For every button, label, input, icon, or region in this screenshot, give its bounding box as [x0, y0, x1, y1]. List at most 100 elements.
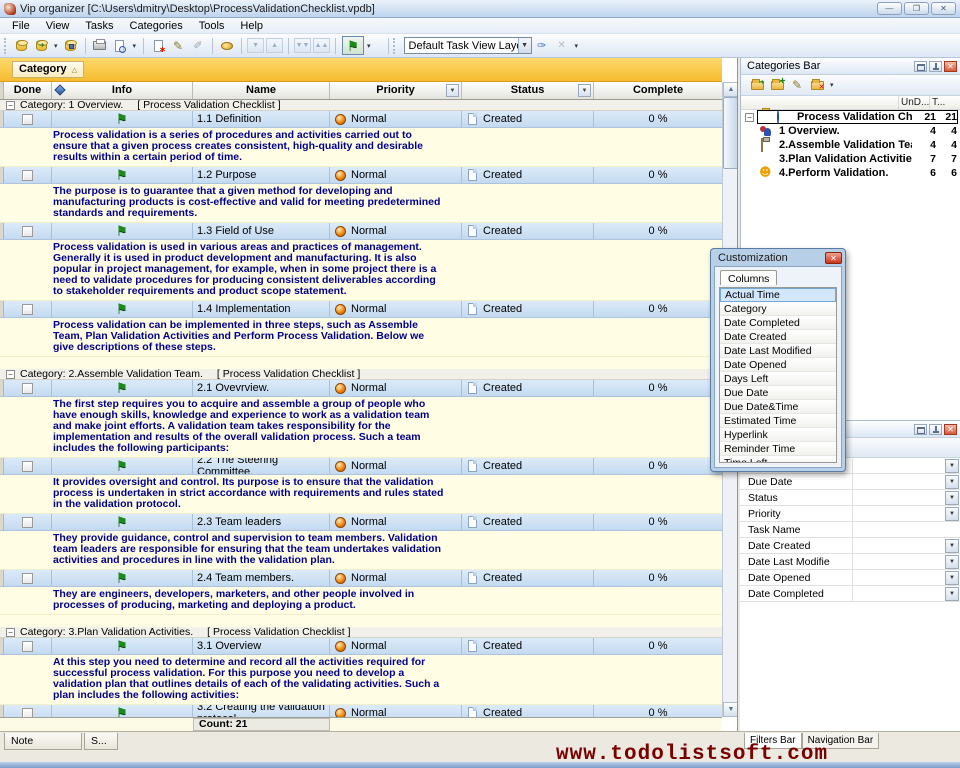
- column-list-item[interactable]: Date Created: [720, 330, 836, 344]
- flag-view-button[interactable]: ⚑: [342, 36, 364, 55]
- filter-row[interactable]: Due Date▼: [740, 474, 960, 490]
- customization-close-icon[interactable]: ✕: [825, 252, 842, 264]
- column-undone[interactable]: UnD...: [898, 96, 929, 109]
- task-complete-cell[interactable]: 0 %: [594, 167, 722, 183]
- column-total[interactable]: T...: [929, 96, 960, 109]
- task-complete-cell[interactable]: 0 %: [594, 514, 722, 530]
- task-priority-cell[interactable]: Normal: [330, 167, 462, 183]
- task-info-cell[interactable]: ⚑: [52, 223, 193, 239]
- task-priority-cell[interactable]: Normal: [330, 514, 462, 530]
- panel-pin-icon[interactable]: [929, 61, 942, 72]
- task-status-cell[interactable]: Created: [462, 223, 594, 239]
- task-status-cell[interactable]: Created: [462, 301, 594, 317]
- new-task-icon[interactable]: [148, 36, 168, 55]
- filter-dropdown-icon[interactable]: ▼: [945, 571, 959, 585]
- column-list-item[interactable]: Date Opened: [720, 358, 836, 372]
- task-priority-cell[interactable]: Normal: [330, 458, 462, 474]
- menu-help[interactable]: Help: [232, 19, 271, 33]
- column-header-info[interactable]: Info: [52, 82, 193, 99]
- filters-pin-icon[interactable]: [929, 424, 942, 435]
- task-done-cell[interactable]: [4, 223, 52, 239]
- task-name-cell[interactable]: 1.3 Field of Use: [193, 223, 330, 239]
- delete-task-icon[interactable]: ✐: [188, 36, 208, 55]
- task-info-cell[interactable]: ⚑: [52, 111, 193, 127]
- priority-filter-icon[interactable]: ▼: [446, 84, 459, 97]
- tab-columns[interactable]: Columns: [720, 270, 777, 285]
- task-info-cell[interactable]: ⚑: [52, 458, 193, 474]
- panel-restore-icon[interactable]: [914, 61, 927, 72]
- column-header-name[interactable]: Name: [193, 82, 330, 99]
- filter-value[interactable]: [853, 586, 945, 601]
- filter-row[interactable]: Date Completed▼: [740, 586, 960, 602]
- filters-close-icon[interactable]: [944, 424, 957, 435]
- coin-icon[interactable]: [217, 36, 237, 55]
- filter-row[interactable]: Date Created▼: [740, 538, 960, 554]
- task-done-cell[interactable]: [4, 458, 52, 474]
- done-checkbox[interactable]: [22, 226, 33, 237]
- task-done-cell[interactable]: [4, 380, 52, 396]
- new-database-icon[interactable]: [11, 36, 31, 55]
- filters-restore-icon[interactable]: [914, 424, 927, 435]
- filter-value[interactable]: [853, 506, 945, 521]
- task-status-cell[interactable]: Created: [462, 111, 594, 127]
- done-checkbox[interactable]: [22, 170, 33, 181]
- task-name-cell[interactable]: 1.1 Definition: [193, 111, 330, 127]
- task-row[interactable]: ⚑2.4 Team members.NormalCreated0 %: [0, 570, 722, 587]
- menu-file[interactable]: File: [4, 19, 38, 33]
- scroll-up-icon[interactable]: ▲: [723, 82, 738, 97]
- task-done-cell[interactable]: [4, 301, 52, 317]
- task-status-cell[interactable]: Created: [462, 638, 594, 654]
- done-checkbox[interactable]: [22, 383, 33, 394]
- task-name-cell[interactable]: 3.1 Overview: [193, 638, 330, 654]
- tree-item[interactable]: ☻4.Perform Validation.66: [741, 166, 960, 180]
- filter-row[interactable]: Task Name: [740, 522, 960, 538]
- task-status-cell[interactable]: Created: [462, 167, 594, 183]
- print-preview-icon[interactable]: [110, 36, 130, 55]
- filter-dropdown-icon[interactable]: ▼: [945, 491, 959, 505]
- tree-item[interactable]: 3.Plan Validation Activities.77: [741, 152, 960, 166]
- column-list-item[interactable]: Due Date: [720, 386, 836, 400]
- print-dropdown-icon[interactable]: ▾: [130, 42, 140, 50]
- filter-value[interactable]: [853, 490, 945, 505]
- column-header-complete[interactable]: Complete: [594, 82, 722, 99]
- task-status-cell[interactable]: Created: [462, 458, 594, 474]
- task-status-cell[interactable]: Created: [462, 380, 594, 396]
- column-list-item[interactable]: Time Left: [720, 456, 836, 463]
- restore-button[interactable]: ❐: [904, 2, 929, 15]
- task-priority-cell[interactable]: Normal: [330, 223, 462, 239]
- task-row[interactable]: ⚑1.2 PurposeNormalCreated0 %: [0, 167, 722, 184]
- collapse-icon[interactable]: −: [6, 101, 15, 110]
- task-priority-cell[interactable]: Normal: [330, 380, 462, 396]
- tree-collapse-icon[interactable]: −: [745, 113, 754, 122]
- task-name-cell[interactable]: 1.4 Implementation: [193, 301, 330, 317]
- tree-item[interactable]: 1 Overview.44: [741, 124, 960, 138]
- category-row[interactable]: −Category: 1 Overview.[ Process Validati…: [0, 100, 722, 111]
- task-done-cell[interactable]: [4, 705, 52, 717]
- task-complete-cell[interactable]: 0 %: [594, 458, 722, 474]
- task-row[interactable]: ⚑2.2 The Steering Committee.NormalCreate…: [0, 458, 722, 475]
- category-row[interactable]: −Category: 3.Plan Validation Activities.…: [0, 627, 722, 638]
- task-name-cell[interactable]: 2.3 Team leaders: [193, 514, 330, 530]
- move-up-icon[interactable]: ▲: [266, 38, 283, 53]
- edit-category-icon[interactable]: ✎: [787, 77, 807, 94]
- tab-s[interactable]: S...: [84, 733, 118, 750]
- task-row[interactable]: ⚑2.3 Team leadersNormalCreated0 %: [0, 514, 722, 531]
- task-row[interactable]: ⚑1.1 DefinitionNormalCreated0 %: [0, 111, 722, 128]
- filter-row[interactable]: Date Opened▼: [740, 570, 960, 586]
- filter-value[interactable]: [853, 522, 960, 537]
- filter-dropdown-icon[interactable]: ▼: [945, 507, 959, 521]
- task-complete-cell[interactable]: 0 %: [594, 223, 722, 239]
- task-priority-cell[interactable]: Normal: [330, 638, 462, 654]
- task-priority-cell[interactable]: Normal: [330, 570, 462, 586]
- filter-value[interactable]: [853, 458, 945, 473]
- task-complete-cell[interactable]: 0 %: [594, 705, 722, 717]
- save-layout-icon[interactable]: ✑: [532, 36, 552, 55]
- group-by-category-button[interactable]: Category△: [12, 61, 84, 78]
- task-done-cell[interactable]: [4, 570, 52, 586]
- column-list-item[interactable]: Days Left: [720, 372, 836, 386]
- filter-dropdown-icon[interactable]: ▼: [945, 587, 959, 601]
- menu-categories[interactable]: Categories: [122, 19, 191, 33]
- column-list-item[interactable]: Actual Time: [720, 288, 836, 302]
- category-row[interactable]: −Category: 2.Assemble Validation Team.[ …: [0, 369, 722, 380]
- task-info-cell[interactable]: ⚑: [52, 570, 193, 586]
